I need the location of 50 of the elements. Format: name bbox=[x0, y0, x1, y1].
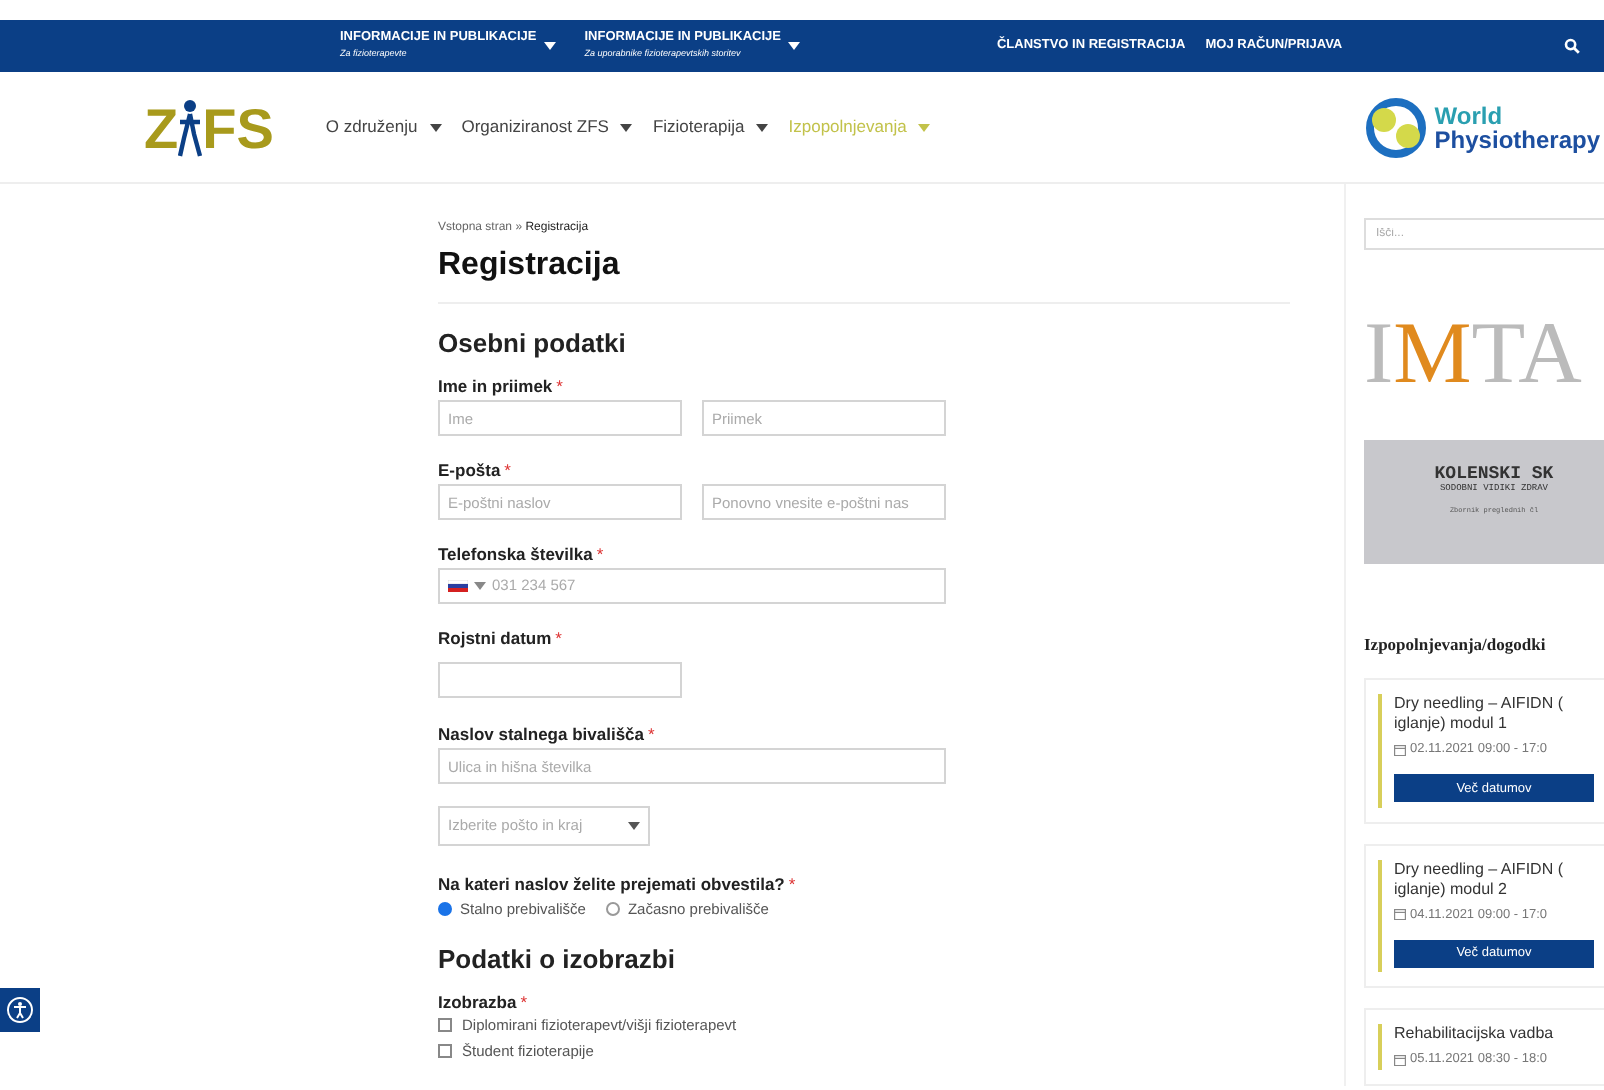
checkbox[interactable] bbox=[438, 1044, 452, 1059]
required-mark: * bbox=[504, 460, 511, 480]
section-heading: Podatki o izobrazbi bbox=[438, 944, 677, 977]
nav-item[interactable]: O združenju bbox=[325, 114, 442, 140]
caret-icon bbox=[474, 582, 486, 590]
accessibility-button[interactable] bbox=[0, 988, 40, 1032]
caret-icon bbox=[788, 42, 801, 50]
event-title: iglanje) modul 1 bbox=[1394, 713, 1509, 734]
cover-title: KOLENSKI SK bbox=[1434, 464, 1554, 484]
nav-item[interactable]: Fizioterapija bbox=[652, 114, 769, 140]
date-field[interactable] bbox=[438, 661, 682, 697]
partner-logo[interactable]: World Physiotherapy bbox=[1366, 97, 1600, 157]
section-heading: Osebni podatki bbox=[438, 328, 628, 360]
required-mark: * bbox=[788, 874, 796, 894]
events-heading: Izpopolnjevanja/dogodki bbox=[1364, 632, 1548, 658]
required-mark: * bbox=[556, 376, 563, 396]
event-title: Rehabilitacijska vadba bbox=[1394, 1024, 1556, 1045]
required-mark: * bbox=[555, 628, 562, 648]
figure-icon bbox=[178, 97, 203, 157]
accessibility-icon bbox=[6, 996, 34, 1024]
required-mark: * bbox=[648, 724, 655, 744]
page-title: Registracija bbox=[438, 242, 1290, 304]
caret-icon bbox=[918, 123, 931, 131]
caret-icon bbox=[756, 123, 769, 131]
required-mark: * bbox=[596, 544, 604, 564]
event-title: Dry needling – AIFIDN ( bbox=[1394, 859, 1565, 879]
field-label: Rojstni datum bbox=[438, 628, 552, 648]
caret-icon bbox=[544, 42, 557, 50]
field-label: Na kateri naslov želite prejemati obvestila? bbox=[438, 874, 785, 894]
nav-item[interactable]: Organiziranost ZFS bbox=[461, 114, 633, 140]
caret-icon bbox=[620, 123, 633, 131]
field-label: E-pošta bbox=[438, 460, 501, 480]
circle-logo-icon bbox=[1366, 97, 1427, 157]
search-icon[interactable] bbox=[1564, 38, 1580, 54]
field-label: Izobrazba bbox=[438, 992, 517, 1013]
field-label: Naslov stalnega bivališča bbox=[438, 724, 644, 744]
radio-button[interactable] bbox=[605, 902, 620, 917]
calendar-icon bbox=[1394, 908, 1406, 921]
caret-icon bbox=[429, 123, 442, 131]
field-label: Telefonska številka bbox=[438, 544, 593, 564]
calendar-icon bbox=[1394, 1054, 1406, 1067]
checkbox[interactable] bbox=[438, 1018, 452, 1033]
event-title: iglanje) modul 2 bbox=[1394, 879, 1509, 899]
field-label: Ime in priimek bbox=[438, 376, 553, 396]
required-mark: * bbox=[520, 992, 528, 1013]
calendar-icon bbox=[1394, 743, 1406, 756]
radio-button[interactable] bbox=[438, 902, 452, 917]
event-title: Dry needling – AIFIDN ( bbox=[1394, 693, 1565, 714]
caret-icon bbox=[628, 822, 640, 830]
flag-icon[interactable] bbox=[448, 580, 468, 592]
